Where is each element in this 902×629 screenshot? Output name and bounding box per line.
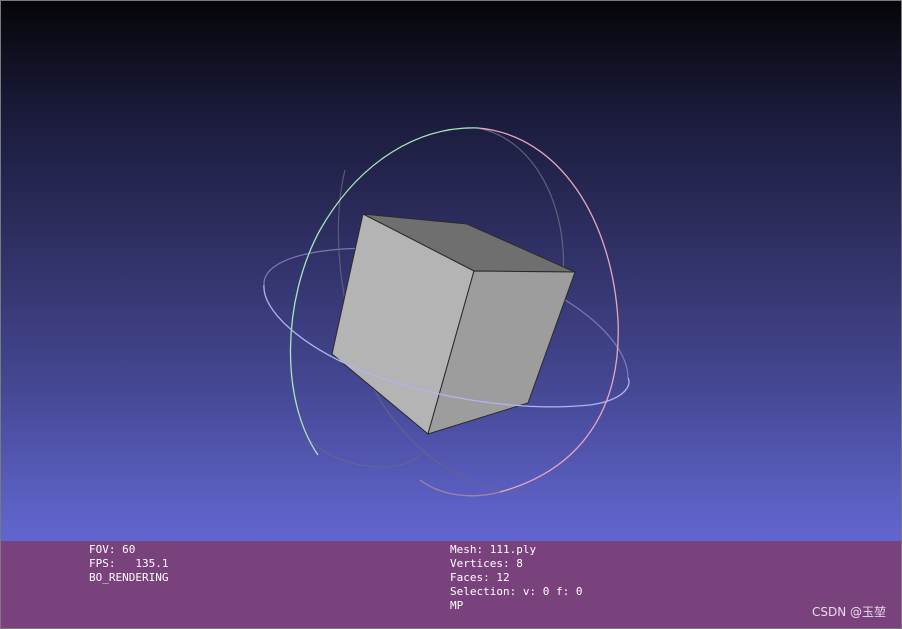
fov-readout: FOV: 60 [89,543,136,556]
mesh-name-readout: Mesh: 111.ply [450,543,537,556]
view-info-panel: FOV: 60 FPS: 135.1 BO_RENDERING [89,543,168,585]
scene-canvas[interactable] [0,0,902,629]
selection-readout: Selection: v: 0 f: 0 [450,585,583,598]
mesh-info-panel: Mesh: 111.ply Vertices: 8 Faces: 12 Selecti… [450,543,582,613]
fps-readout: FPS: 135.1 [89,557,169,570]
cube-mesh[interactable] [331,213,576,435]
faces-readout: Faces: 12 [450,571,510,584]
info-overlay-bar: FOV: 60 FPS: 135.1 BO_RENDERING Mesh: 111.… [0,541,902,629]
watermark-text: CSDN @玉堃 [811,605,886,619]
render-mode-readout: BO_RENDERING [89,571,169,584]
3d-viewport[interactable]: FOV: 60 FPS: 135.1 BO_RENDERING Mesh: 111.… [0,0,902,629]
trackball-gray-ring-back-2 [309,439,421,468]
vertices-readout: Vertices: 8 [450,557,523,570]
mode-readout: MP [450,599,464,612]
